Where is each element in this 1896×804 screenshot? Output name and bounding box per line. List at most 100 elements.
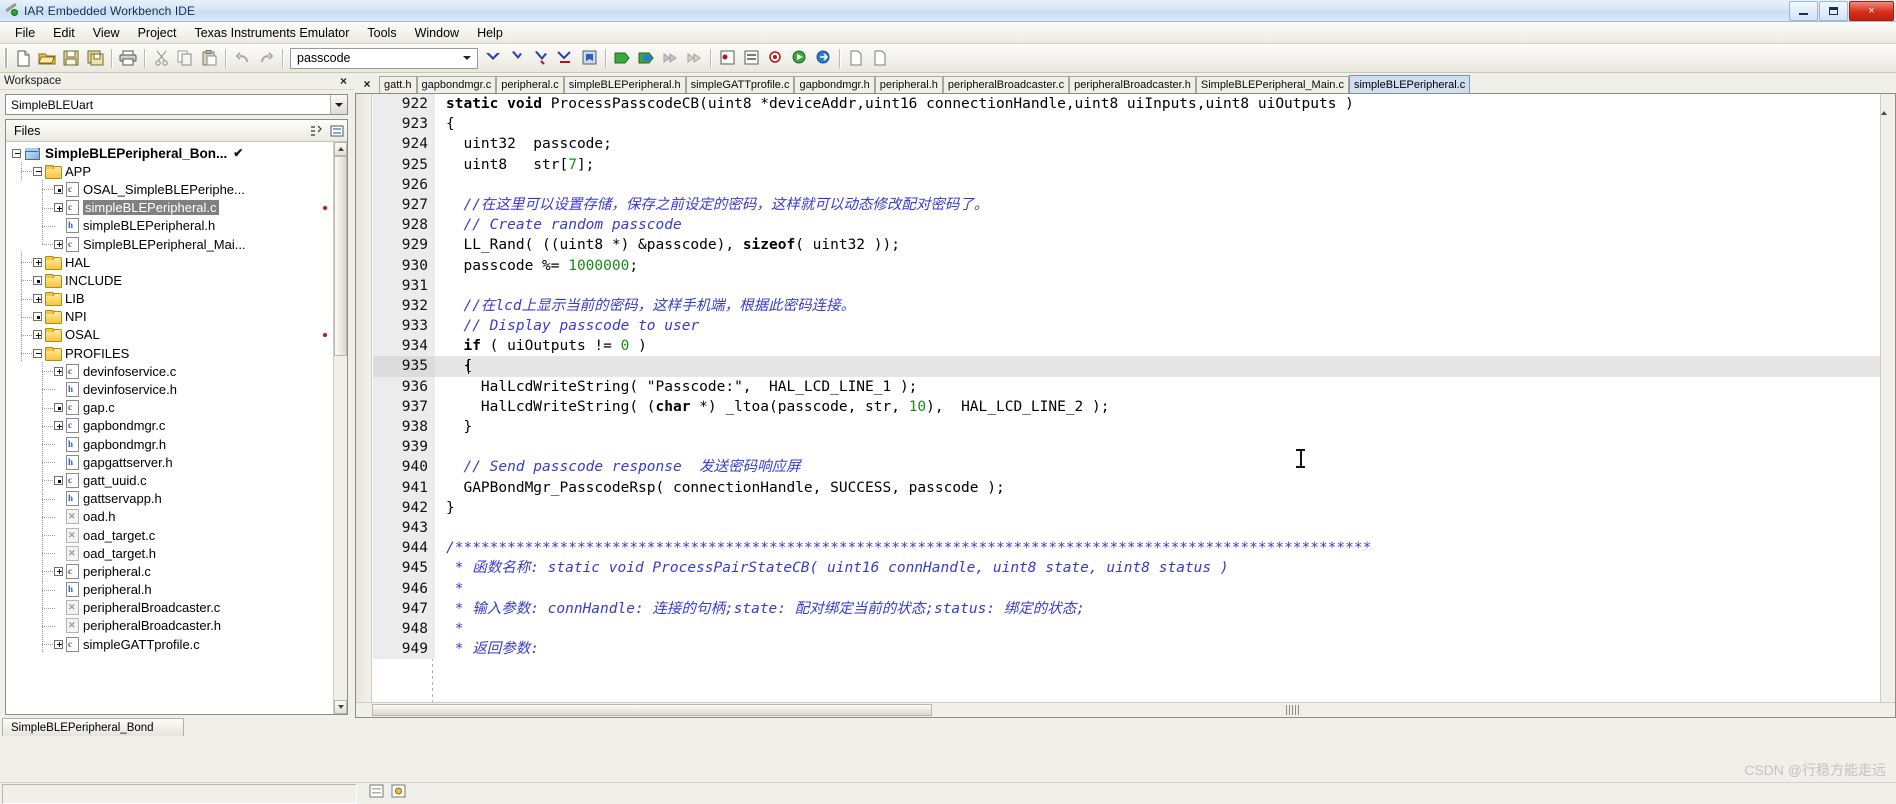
tree-item[interactable]: OSAL [6, 325, 333, 345]
code-line[interactable]: 926 [373, 174, 1895, 195]
code-line[interactable]: 945 * 函数名称: static void ProcessPairState… [373, 558, 1895, 579]
code-line[interactable]: 923 { [373, 114, 1895, 135]
scroll-grip[interactable] [1286, 705, 1300, 715]
chevron-down-icon[interactable] [330, 95, 347, 114]
editor-tab-peripheral-c[interactable]: peripheral.c [496, 76, 564, 94]
undo-icon[interactable] [230, 47, 254, 70]
editor-horizontal-scrollbar[interactable] [356, 702, 1895, 717]
scroll-thumb[interactable] [1881, 109, 1895, 259]
chevron-down-icon[interactable] [463, 56, 471, 60]
editor-tab-simpleGATTprofile-c[interactable]: simpleGATTprofile.c [685, 76, 795, 94]
tree-item[interactable]: h gapbondmgr.h [6, 435, 333, 454]
menu-item-file[interactable]: File [6, 24, 44, 42]
collapse-icon[interactable] [54, 475, 63, 485]
scroll-thumb[interactable] [334, 156, 347, 356]
menu-item-edit[interactable]: Edit [44, 24, 84, 42]
collapse-icon[interactable] [12, 148, 21, 158]
close-tab-icon[interactable]: × [355, 74, 379, 94]
code-line[interactable]: 936 HalLcdWriteString( "Passcode:", HAL_… [373, 376, 1895, 397]
code-line[interactable]: 946 * [373, 578, 1895, 599]
expand-icon[interactable] [54, 639, 63, 649]
tree-item[interactable]: INCLUDE [6, 271, 333, 290]
tree-item[interactable]: SimpleBLEPeripheral_Bon... ✔ [6, 144, 333, 162]
code-line[interactable]: 931 [373, 275, 1895, 296]
editor-tab-gatt-h[interactable]: gatt.h [379, 76, 417, 94]
errors-icon[interactable] [369, 784, 385, 803]
collapse-icon[interactable] [33, 348, 42, 358]
code-line[interactable]: 944 /************************************… [373, 538, 1895, 559]
code-line[interactable]: 947 * 输入参数: connHandle: 连接的句柄;state: 配对绑… [373, 598, 1895, 619]
scroll-up-button[interactable] [334, 142, 347, 156]
maximize-button[interactable] [1819, 1, 1848, 21]
tree-item[interactable]: ✕ oad_target.h [6, 544, 333, 563]
code-line[interactable]: 941 GAPBondMgr_PasscodeRsp( connectionHa… [373, 477, 1895, 498]
breakpoints-window-icon[interactable] [739, 47, 763, 70]
redo-icon[interactable] [254, 47, 278, 70]
bookmark-icon[interactable] [577, 47, 601, 70]
tree-item[interactable]: PROFILES [6, 344, 333, 363]
minimize-button[interactable] [1789, 1, 1818, 21]
save-all-icon[interactable] [83, 47, 107, 70]
expand-icon[interactable] [54, 366, 63, 376]
expand-icon[interactable] [33, 294, 42, 304]
find-previous-icon[interactable] [481, 47, 505, 70]
warnings-icon[interactable] [391, 784, 407, 803]
code-line[interactable]: 932 //在lcd上显示当前的密码，这样手机端，根据此密码连接。 [373, 295, 1895, 317]
tree-item[interactable]: c SimpleBLEPeripheral_Mai... [6, 234, 333, 253]
print-icon[interactable] [116, 47, 140, 70]
editor-vertical-scrollbar[interactable] [1880, 94, 1895, 717]
editor-tab-peripheralBroadcaster-h[interactable]: peripheralBroadcaster.h [1069, 76, 1196, 94]
collapse-icon[interactable] [33, 312, 42, 322]
toolbar-grip[interactable] [4, 48, 8, 68]
menu-item-view[interactable]: View [84, 24, 129, 42]
tree-item[interactable]: c gatt_uuid.c [6, 471, 333, 490]
code-line[interactable]: 937 HalLcdWriteString( (char *) _ltoa(pa… [373, 396, 1895, 417]
scroll-up-button[interactable] [1881, 94, 1895, 115]
collapse-icon[interactable] [54, 403, 63, 413]
document-view-2-icon[interactable] [868, 47, 892, 70]
editor-tab-simpleBLEPeripheral-c[interactable]: simpleBLEPeripheral.c [1348, 75, 1471, 94]
tree-item[interactable]: c peripheral.c [6, 562, 333, 581]
tree-item[interactable]: c OSAL_SimpleBLEPeriphe... [6, 180, 333, 199]
menu-item-help[interactable]: Help [468, 24, 512, 42]
editor-tab-SimpleBLEPeripheral_Main-c[interactable]: SimpleBLEPeripheral_Main.c [1195, 76, 1349, 94]
code-line[interactable]: 929 LL_Rand( ((uint8 *) &passcode), size… [373, 235, 1895, 256]
code-line[interactable]: 949 * 返回参数: [373, 639, 1895, 660]
tree-item[interactable]: ✕ peripheralBroadcaster.h [6, 616, 333, 636]
expand-icon[interactable] [54, 421, 63, 431]
collapse-icon[interactable] [54, 184, 63, 194]
menu-item-project[interactable]: Project [129, 24, 186, 42]
tree-item[interactable]: h simpleBLEPeripheral.h [6, 216, 333, 235]
workspace-bottom-tab[interactable]: SimpleBLEPeripheral_Bond [2, 718, 184, 736]
tree-item[interactable]: APP [6, 162, 333, 181]
save-icon[interactable] [59, 47, 83, 70]
run-icon[interactable] [787, 47, 811, 70]
editor-tab-simpleBLEPeripheral-h[interactable]: simpleBLEPeripheral.h [563, 76, 686, 94]
editor-tab-peripheral-h[interactable]: peripheral.h [874, 76, 943, 94]
cut-icon[interactable] [149, 47, 173, 70]
project-file-tree[interactable]: SimpleBLEPeripheral_Bon... ✔ APP c OSAL_Simp… [6, 142, 333, 714]
code-line[interactable]: 927 //在这里可以设置存储，保存之前设定的密码，这样就可以动态修改配对密码了… [373, 194, 1895, 216]
tree-item[interactable]: c simpleBLEPeripheral.c [6, 198, 333, 217]
tree-item[interactable]: h gattservapp.h [6, 489, 333, 508]
scroll-down-button[interactable] [334, 700, 347, 714]
tree-item[interactable]: h peripheral.h [6, 580, 333, 599]
tree-item[interactable]: c devinfoservice.c [6, 362, 333, 381]
tree-item[interactable]: LIB [6, 289, 333, 308]
copy-icon[interactable] [173, 47, 197, 70]
code-lines[interactable]: 922 static void ProcessPasscodeCB(uint8 *… [373, 94, 1895, 717]
code-line[interactable]: 933 // Display passcode to user [373, 316, 1895, 337]
collapse-icon[interactable] [33, 275, 42, 285]
editor-tab-gapbondmgr-h[interactable]: gapbondmgr.h [794, 76, 875, 94]
breakpoint-toggle-icon[interactable] [715, 47, 739, 70]
collapse-icon[interactable] [33, 166, 42, 176]
menu-item-texas-instruments-emulator[interactable]: Texas Instruments Emulator [185, 24, 358, 42]
tree-item[interactable]: HAL [6, 253, 333, 272]
code-line[interactable]: 934 if ( uiOutputs != 0 ) [373, 336, 1895, 357]
code-line[interactable]: 940 // Send passcode response 发送密码响应屏 [373, 457, 1895, 478]
tree-item[interactable]: c simpleGATTprofile.c [6, 635, 333, 654]
code-line[interactable]: 930 passcode %= 1000000; [373, 255, 1895, 276]
code-line[interactable]: 925 uint8 str[7]; [373, 154, 1895, 175]
incremental-search-icon[interactable] [553, 47, 577, 70]
search-input[interactable]: passcode [290, 47, 478, 69]
